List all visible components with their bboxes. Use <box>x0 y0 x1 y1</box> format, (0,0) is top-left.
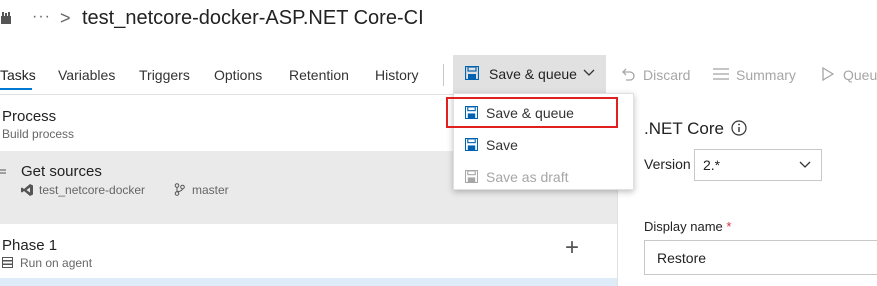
display-name-value: Restore <box>657 250 707 266</box>
queue-button[interactable]: Queu <box>843 67 877 83</box>
menu-item-label: Save <box>486 137 518 153</box>
drag-handle-icon[interactable] <box>0 168 6 176</box>
summary-button[interactable]: Summary <box>736 67 796 83</box>
display-name-input[interactable]: Restore <box>644 240 877 275</box>
toolbar-divider <box>443 64 444 86</box>
task-title: .NET Core <box>644 119 724 138</box>
play-icon <box>822 67 834 81</box>
highlight-annotation <box>446 97 618 128</box>
agent-icon <box>2 257 13 268</box>
save-icon <box>465 170 478 183</box>
repository-name: test_netcore-docker <box>39 183 146 197</box>
process-subtitle: Build process <box>2 127 75 141</box>
add-task-button[interactable]: + <box>565 236 579 260</box>
branch-icon <box>174 183 185 196</box>
breadcrumb-ellipsis[interactable]: ··· <box>32 8 51 26</box>
chevron-down-icon <box>799 161 811 168</box>
visual-studio-icon <box>21 184 33 196</box>
menu-item-label: Save as draft <box>486 169 569 185</box>
phase-title[interactable]: Phase 1 <box>2 237 57 254</box>
menu-item-save-as-draft[interactable]: Save as draft <box>454 161 635 193</box>
discard-button[interactable]: Discard <box>643 67 690 83</box>
version-value: 2.* <box>703 157 721 173</box>
active-tab-indicator <box>0 88 32 90</box>
required-marker: * <box>726 219 732 234</box>
version-select[interactable]: 2.* <box>694 149 822 181</box>
info-icon[interactable] <box>731 120 747 136</box>
page-title: test_netcore-docker-ASP.NET Core-CI <box>82 7 424 29</box>
tab-tasks[interactable]: Tasks <box>0 67 36 83</box>
process-title[interactable]: Process <box>2 108 56 125</box>
save-icon <box>465 66 479 80</box>
save-and-queue-label: Save & queue <box>489 66 577 82</box>
tab-retention[interactable]: Retention <box>289 67 349 83</box>
display-name-label-text: Display name <box>644 219 723 234</box>
save-icon <box>465 138 478 151</box>
menu-item-save[interactable]: Save <box>454 129 635 161</box>
branch-name: master <box>192 183 229 197</box>
version-label: Version <box>644 156 691 172</box>
save-and-queue-button[interactable]: Save & queue <box>453 55 606 93</box>
get-sources-title: Get sources <box>21 163 102 180</box>
tab-triggers[interactable]: Triggers <box>139 67 190 83</box>
phase-subtitle: Run on agent <box>20 256 93 270</box>
chevron-down-icon <box>583 69 595 76</box>
tab-history[interactable]: History <box>375 67 419 83</box>
summary-icon <box>713 68 729 80</box>
selected-task-row[interactable] <box>0 278 617 286</box>
display-name-label: Display name * <box>644 219 731 234</box>
breadcrumb-separator: > <box>60 8 71 28</box>
undo-icon <box>622 68 635 81</box>
tab-variables[interactable]: Variables <box>58 67 115 83</box>
build-pipeline-icon <box>1 12 11 24</box>
tab-options[interactable]: Options <box>214 67 262 83</box>
